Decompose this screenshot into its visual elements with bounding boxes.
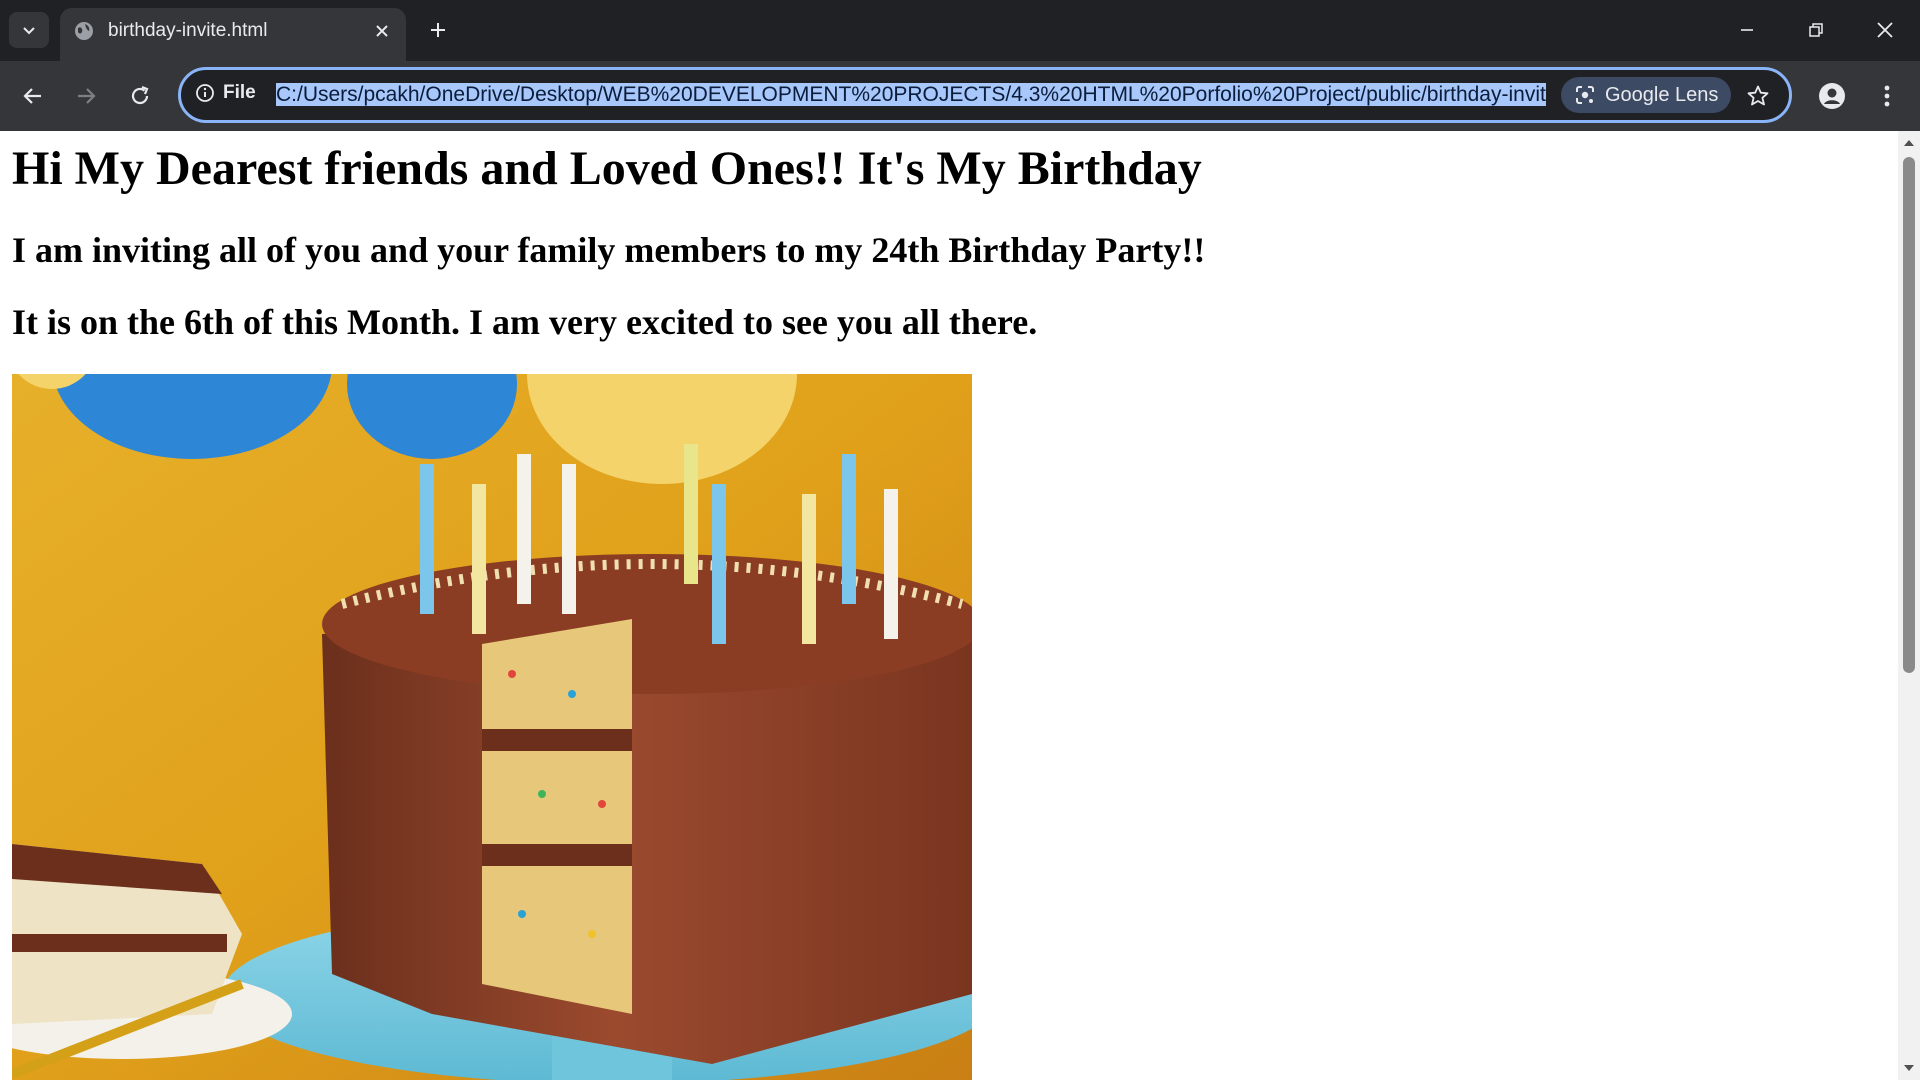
- bookmark-button[interactable]: [1741, 79, 1775, 113]
- close-icon: [1877, 22, 1893, 38]
- scroll-down-arrow-icon[interactable]: [1902, 1061, 1916, 1075]
- page-heading: Hi My Dearest friends and Loved Ones!! I…: [12, 142, 1202, 195]
- back-button[interactable]: [13, 76, 53, 116]
- close-icon: [376, 25, 388, 37]
- more-vertical-icon: [1884, 85, 1890, 107]
- tab-title: birthday-invite.html: [108, 20, 268, 41]
- restore-button[interactable]: [1796, 10, 1836, 50]
- birthday-cake-image: [12, 374, 972, 1080]
- browser-frame: birthday-invite.html File C:/Users/pcakh…: [0, 0, 1920, 131]
- scheme-label: File: [223, 82, 256, 103]
- google-lens-label: Google Lens: [1605, 83, 1719, 106]
- address-bar[interactable]: File C:/Users/pcakh/OneDrive/Desktop/WEB…: [178, 67, 1792, 123]
- tab-search-button[interactable]: [9, 12, 49, 48]
- star-icon: [1747, 85, 1769, 106]
- profile-button[interactable]: [1811, 75, 1853, 117]
- arrow-left-icon: [23, 88, 41, 104]
- browser-toolbar: File C:/Users/pcakh/OneDrive/Desktop/WEB…: [0, 61, 1920, 131]
- reload-button[interactable]: [120, 76, 160, 116]
- globe-icon: [75, 22, 93, 40]
- invitation-line: I am inviting all of you and your family…: [12, 230, 1206, 270]
- restore-icon: [1809, 23, 1823, 37]
- reload-icon: [131, 85, 149, 105]
- tab-active[interactable]: birthday-invite.html: [60, 8, 406, 61]
- avatar-icon: [1819, 83, 1845, 109]
- page-viewport: Hi My Dearest friends and Loved Ones!! I…: [0, 131, 1898, 1080]
- google-lens-button[interactable]: Google Lens: [1561, 77, 1731, 113]
- url-selected-text[interactable]: C:/Users/pcakh/OneDrive/Desktop/WEB%20DE…: [276, 83, 1546, 106]
- new-tab-button[interactable]: [422, 14, 454, 46]
- info-icon: [196, 84, 214, 102]
- forward-button[interactable]: [66, 76, 106, 116]
- window-close-button[interactable]: [1865, 10, 1905, 50]
- minimize-icon: [1741, 29, 1753, 31]
- tab-strip: birthday-invite.html: [0, 0, 1920, 61]
- minimize-button[interactable]: [1727, 10, 1767, 50]
- arrow-right-icon: [78, 88, 96, 104]
- plus-icon: [431, 23, 445, 37]
- vertical-scrollbar[interactable]: [1898, 131, 1920, 1080]
- date-line: It is on the 6th of this Month. I am ver…: [12, 302, 1038, 342]
- site-info-button[interactable]: File: [195, 82, 256, 104]
- scrollbar-thumb[interactable]: [1903, 157, 1915, 673]
- tab-close-button[interactable]: [370, 19, 394, 43]
- scroll-up-arrow-icon[interactable]: [1902, 136, 1916, 150]
- lens-icon: [1576, 86, 1594, 104]
- url-text[interactable]: C:/Users/pcakh/OneDrive/Desktop/WEB%20DE…: [276, 80, 1546, 110]
- chevron-down-icon: [23, 27, 35, 35]
- browser-menu-button[interactable]: [1870, 75, 1904, 117]
